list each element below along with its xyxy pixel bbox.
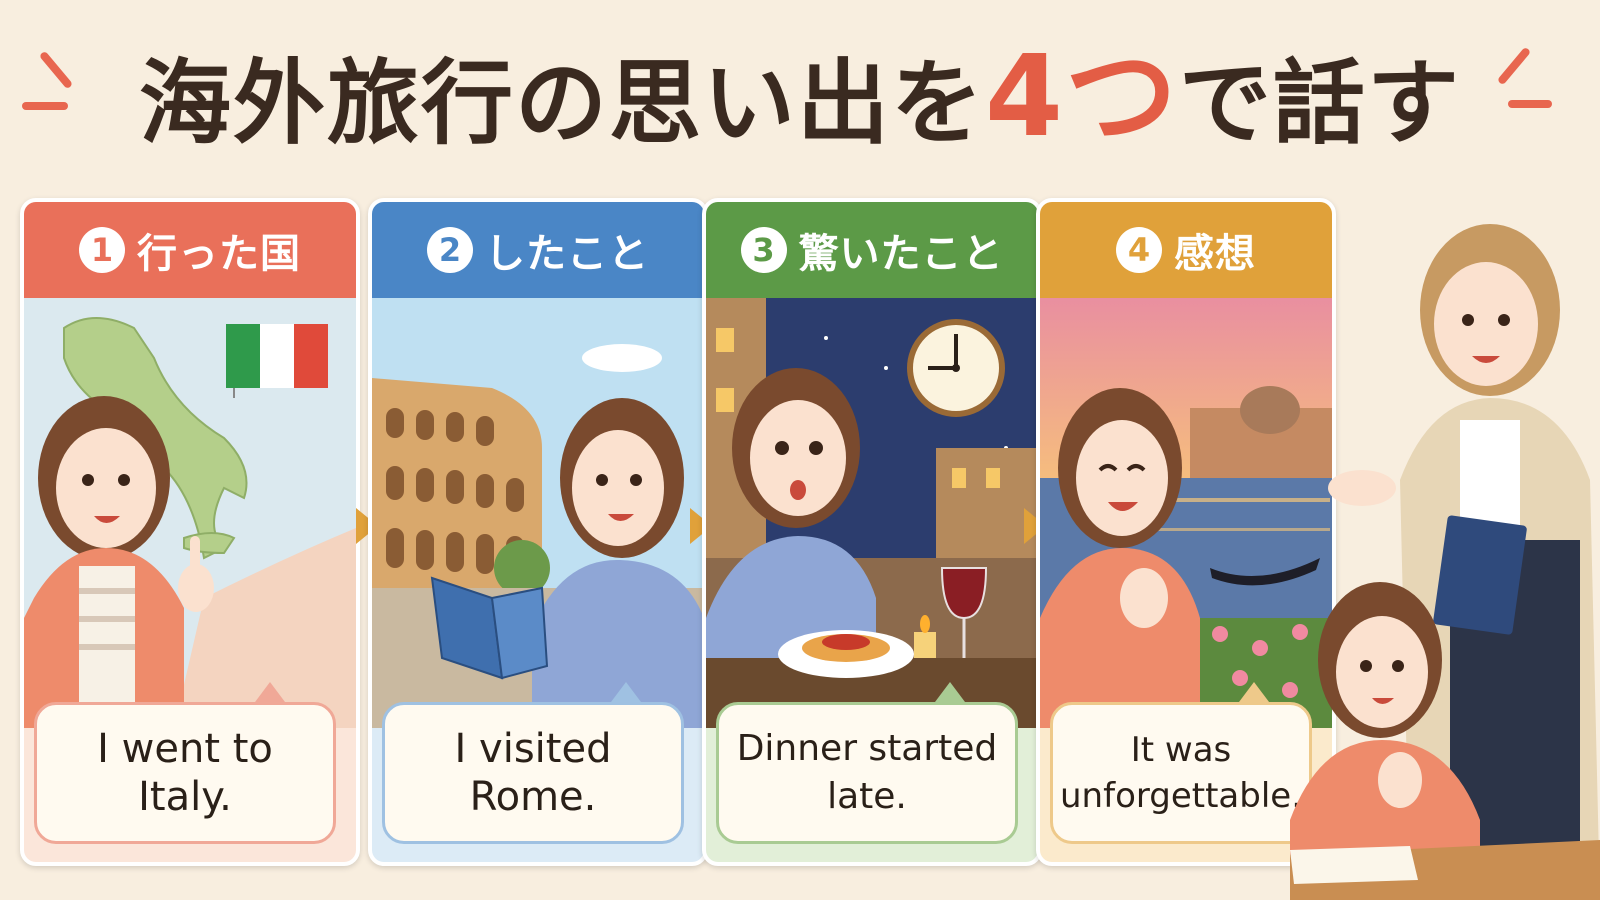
title-part-1: 海外旅行の思い出を <box>139 50 986 157</box>
card-title: 行った国 <box>137 231 301 277</box>
speech-bubble: I went to Italy. <box>34 702 336 844</box>
teacher-student-illustration <box>1290 224 1600 900</box>
italy-map-scene <box>24 298 356 728</box>
night-dinner-scene <box>706 298 1038 728</box>
speech-bubble: It was unforgettable. <box>1050 702 1312 844</box>
card-title: 感想 <box>1174 231 1256 277</box>
venice-scene <box>1040 298 1332 728</box>
spaghetti-icon <box>778 630 914 678</box>
step-card-1: 1 行った国 I went to Italy. <box>20 198 360 866</box>
rome-scene <box>372 298 704 728</box>
card-title: したこと <box>485 231 649 277</box>
card-header: 4 感想 <box>1040 202 1332 298</box>
card-header: 1 行った国 <box>24 202 356 298</box>
page-title: 海外旅行の思い出を4つで話す <box>0 41 1600 159</box>
speech-bubble: Dinner started late. <box>716 702 1018 844</box>
card-header: 2 したこと <box>372 202 704 298</box>
step-number: 2 <box>427 227 473 273</box>
card-header: 3 驚いたこと <box>706 202 1038 298</box>
step-card-3: 3 驚いたこと Dinner started late. <box>702 198 1042 866</box>
step-card-2: 2 したこと I visited Rome. <box>368 198 708 866</box>
title-part-2: で話す <box>1178 50 1461 157</box>
clock-icon <box>907 319 1005 417</box>
step-number: 1 <box>79 227 125 273</box>
italian-flag-icon <box>226 324 328 398</box>
step-number: 3 <box>740 227 787 273</box>
speech-bubble: I visited Rome. <box>382 702 684 844</box>
notebook-icon <box>1433 515 1527 635</box>
step-number: 4 <box>1116 227 1162 273</box>
title-highlight: 4つ <box>985 32 1179 162</box>
card-title: 驚いたこと <box>798 231 1004 277</box>
desk-icon <box>1290 840 1600 900</box>
